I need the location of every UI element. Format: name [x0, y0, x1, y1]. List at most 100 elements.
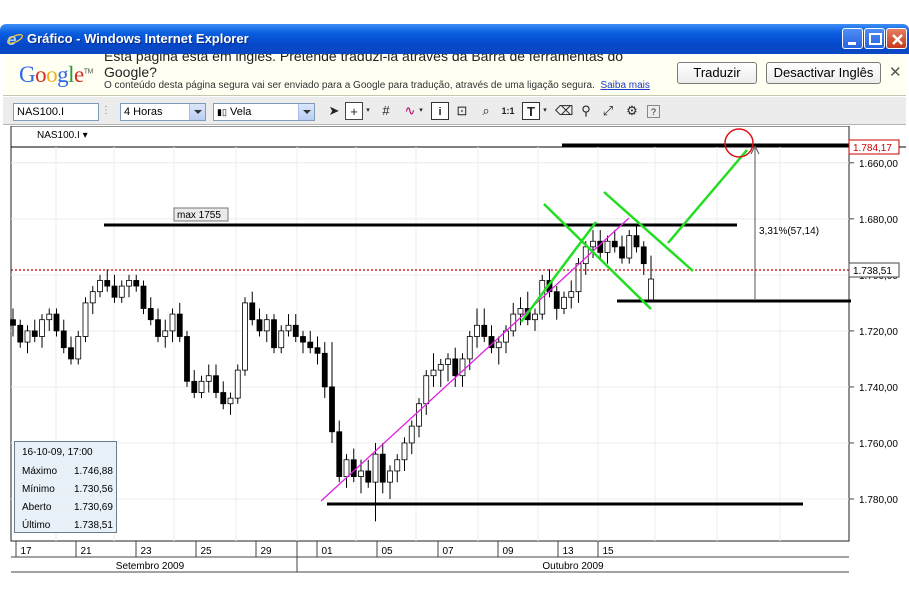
candle-down	[329, 386, 335, 433]
month-label-october: Outubro 2009	[542, 561, 604, 572]
candle-up	[263, 319, 270, 332]
maximize-icon	[869, 33, 882, 45]
candle-up	[24, 330, 31, 343]
crosshair-tool-icon[interactable]: +	[345, 102, 363, 120]
grid-tool-icon[interactable]: #	[377, 102, 395, 120]
indicator-dropdown-icon[interactable]: ▾	[416, 102, 426, 120]
close-window-button[interactable]	[886, 28, 907, 49]
x-tick-label: 15	[602, 546, 614, 557]
crosshair-dropdown-icon[interactable]: ▾	[363, 102, 373, 120]
info-row-open: Aberto 1.730,69	[22, 502, 113, 513]
candle-up	[358, 470, 364, 477]
candle-up	[46, 313, 53, 321]
chart-area[interactable]: 17 21 23 25 29 01 05 07 09 13 15 1.780,00 1.760,00 1…	[3, 125, 906, 580]
candle-down	[365, 470, 372, 483]
candle-down	[553, 291, 560, 309]
current-price-label: 1.738,51	[853, 266, 892, 277]
close-icon	[892, 34, 903, 45]
translate-question: Esta página está em inglês. Pretende tra…	[104, 54, 624, 80]
maximize-button[interactable]	[864, 28, 885, 49]
candle-down	[292, 324, 299, 337]
candle-up	[97, 280, 103, 293]
candle-up	[285, 324, 292, 332]
info-row-high: Máximo 1.746,88	[22, 466, 113, 477]
text-dropdown-icon[interactable]: ▾	[540, 102, 550, 120]
symbol-input[interactable]: NAS100.I	[13, 103, 99, 121]
candle-up	[445, 358, 451, 365]
candle-up	[387, 470, 393, 483]
help-icon[interactable]: ?	[647, 105, 660, 118]
window-title: Gráfico - Windows Internet Explorer	[27, 31, 249, 46]
percent-move-label: 3,31%(57,14)	[759, 226, 819, 237]
minimize-button[interactable]	[842, 28, 863, 49]
candle-down	[452, 358, 459, 377]
period-select[interactable]: 4 Horas	[120, 103, 206, 121]
green-line-target[interactable]	[667, 149, 748, 244]
candle-up	[372, 453, 379, 483]
x-tick-label: 09	[502, 546, 514, 557]
candle-down	[350, 459, 357, 477]
translate-button[interactable]: Traduzir	[677, 62, 757, 84]
candle-up	[242, 302, 248, 371]
info-row-last: Último 1.738,51	[22, 520, 113, 531]
text-tool-icon[interactable]: T	[522, 102, 540, 120]
x-tick-label: 17	[20, 546, 32, 557]
chart-style-select[interactable]: ▮▯ Vela	[213, 103, 315, 121]
target-circle	[724, 128, 754, 158]
trend-line-magenta[interactable]	[320, 217, 630, 502]
candle-up	[561, 296, 567, 309]
candle-up	[39, 319, 45, 337]
price-chart[interactable]: 17 21 23 25 29 01 05 07 09 13 15 1.780,00 1.760,00 1…	[3, 125, 906, 580]
symbol-lookup-icon[interactable]: ⋮	[99, 102, 113, 120]
candle-down	[155, 319, 161, 337]
candle-up	[416, 403, 422, 427]
candle-up	[590, 240, 596, 248]
instrument-label[interactable]: NAS100.I ▾	[37, 130, 88, 141]
eraser-tool-icon[interactable]: ⌫	[555, 102, 573, 120]
x-tick-label: 23	[140, 546, 152, 557]
y-tick-label: 1.720,00	[859, 327, 898, 338]
fit-chart-icon[interactable]: ⤢	[599, 102, 617, 120]
zoom-reset-icon[interactable]: 1:1	[499, 102, 517, 120]
data-window-icon[interactable]: ⊡	[453, 102, 471, 120]
candle-down	[481, 324, 488, 337]
y-tick-label: 1.760,00	[859, 439, 898, 450]
zoom-icon[interactable]: ⌕	[477, 102, 495, 120]
pointer-tool-icon[interactable]: ➤	[325, 102, 343, 120]
x-tick-label: 21	[80, 546, 92, 557]
candle-up	[89, 291, 96, 304]
candle-down	[611, 240, 618, 248]
learn-more-link[interactable]: Saiba mais	[600, 80, 649, 91]
disable-language-button[interactable]: Desactivar Inglês	[766, 62, 881, 84]
candle-down	[619, 246, 625, 259]
window-titlebar[interactable]: e Gráfico - Windows Internet Explorer	[0, 24, 909, 54]
candle-up	[474, 324, 480, 337]
candle-down	[68, 347, 74, 360]
candle-down	[60, 330, 67, 349]
info-tool-icon[interactable]: i	[431, 102, 449, 120]
trend-tool-icon[interactable]: ⚲	[577, 102, 595, 120]
x-tick-label: 29	[260, 546, 272, 557]
candle-up	[532, 313, 538, 321]
green-line-3[interactable]	[603, 191, 694, 272]
plot-frame	[10, 125, 850, 542]
settings-tool-icon[interactable]: ⚙	[623, 102, 641, 120]
candle-up	[234, 369, 241, 399]
candle-up	[162, 330, 169, 337]
google-translate-bar: GoogleTM Esta página está em inglês. Pre…	[3, 54, 906, 96]
candle-up	[82, 302, 89, 337]
candle-down	[53, 313, 60, 332]
candle-down	[31, 330, 38, 337]
candle-down	[307, 341, 314, 349]
x-tick-label: 01	[321, 546, 333, 557]
target-price-label: 1.784,17	[853, 143, 892, 154]
candle-up	[401, 442, 408, 461]
candle-down	[213, 375, 219, 393]
y-tick-label: 1.740,00	[859, 383, 898, 394]
candle-up	[75, 336, 82, 360]
candle-down	[321, 352, 328, 388]
close-translate-bar-icon[interactable]: ✕	[889, 63, 902, 81]
candle-down	[191, 380, 198, 393]
candle-up	[227, 397, 234, 405]
candle-down	[271, 319, 277, 349]
